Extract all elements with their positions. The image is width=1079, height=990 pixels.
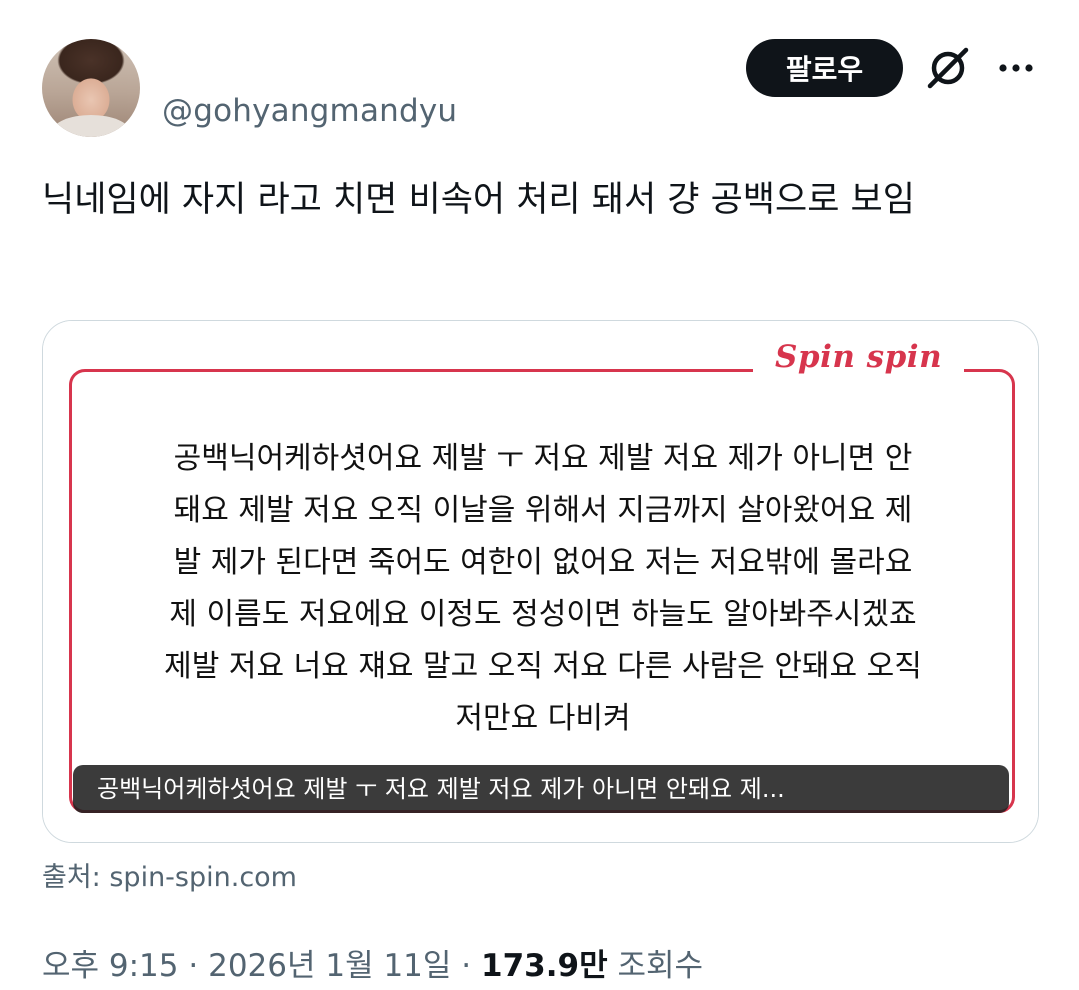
card-body-text: 공백닉어케하셧어요 제발 ㅜ 저요 제발 저요 제가 아니면 안 돼요 제발 저… [123, 433, 963, 745]
card-line: 공백닉어케하셧어요 제발 ㅜ 저요 제발 저요 제가 아니면 안 [173, 441, 913, 476]
views-count: 173.9만 [481, 948, 608, 984]
avatar-shirt [52, 115, 130, 137]
follow-button[interactable]: 팔로우 [746, 39, 903, 97]
more-dots-icon[interactable] [996, 54, 1036, 82]
card-image: Spin spin 공백닉어케하셧어요 제발 ㅜ 저요 제발 저요 제가 아니면… [43, 321, 1038, 842]
tweet: @gohyangmandyu 팔로우 닉네임에 자지 라고 치면 비속어 처리 … [0, 0, 1079, 990]
card-line: 돼요 제발 저요 오직 이날을 위해서 지금까지 살아왔어요 제 [173, 493, 913, 528]
tweet-time[interactable]: 오후 9:15 [42, 948, 179, 984]
tweet-date[interactable]: 2026년 1월 11일 [208, 948, 451, 984]
grok-icon[interactable] [924, 44, 972, 92]
views-label: 조회수 [617, 948, 704, 984]
author-handle[interactable]: @gohyangmandyu [162, 93, 457, 129]
card-brand-logo: Spin spin [753, 339, 965, 375]
media-card[interactable]: Spin spin 공백닉어케하셧어요 제발 ㅜ 저요 제발 저요 제가 아니면… [42, 320, 1039, 843]
meta-separator: · [188, 948, 199, 984]
card-line: 발 제가 된다면 죽어도 여한이 없어요 저는 저요밖에 몰라요 [173, 545, 913, 580]
card-line: 저만요 다비켜 [455, 701, 631, 736]
tweet-text: 닉네임에 자지 라고 치면 비속어 처리 돼서 걍 공백으로 보임 [42, 180, 915, 220]
tweet-meta: 오후 9:15 · 2026년 1월 11일 · 173.9만 조회수 [42, 940, 703, 985]
card-caption: 공백닉어케하셧어요 제발 ㅜ 저요 제발 저요 제가 아니면 안돼요 제... [73, 765, 1009, 813]
card-line: 제발 저요 너요 쟤요 말고 오직 저요 다른 사람은 안돼요 오직 [164, 649, 922, 684]
card-line: 제 이름도 저요에요 이정도 정성이면 하늘도 알아봐주시겠죠 [169, 597, 917, 632]
meta-separator: · [461, 948, 472, 984]
card-source-link[interactable]: 출처: spin-spin.com [42, 855, 297, 894]
avatar[interactable] [42, 39, 140, 137]
